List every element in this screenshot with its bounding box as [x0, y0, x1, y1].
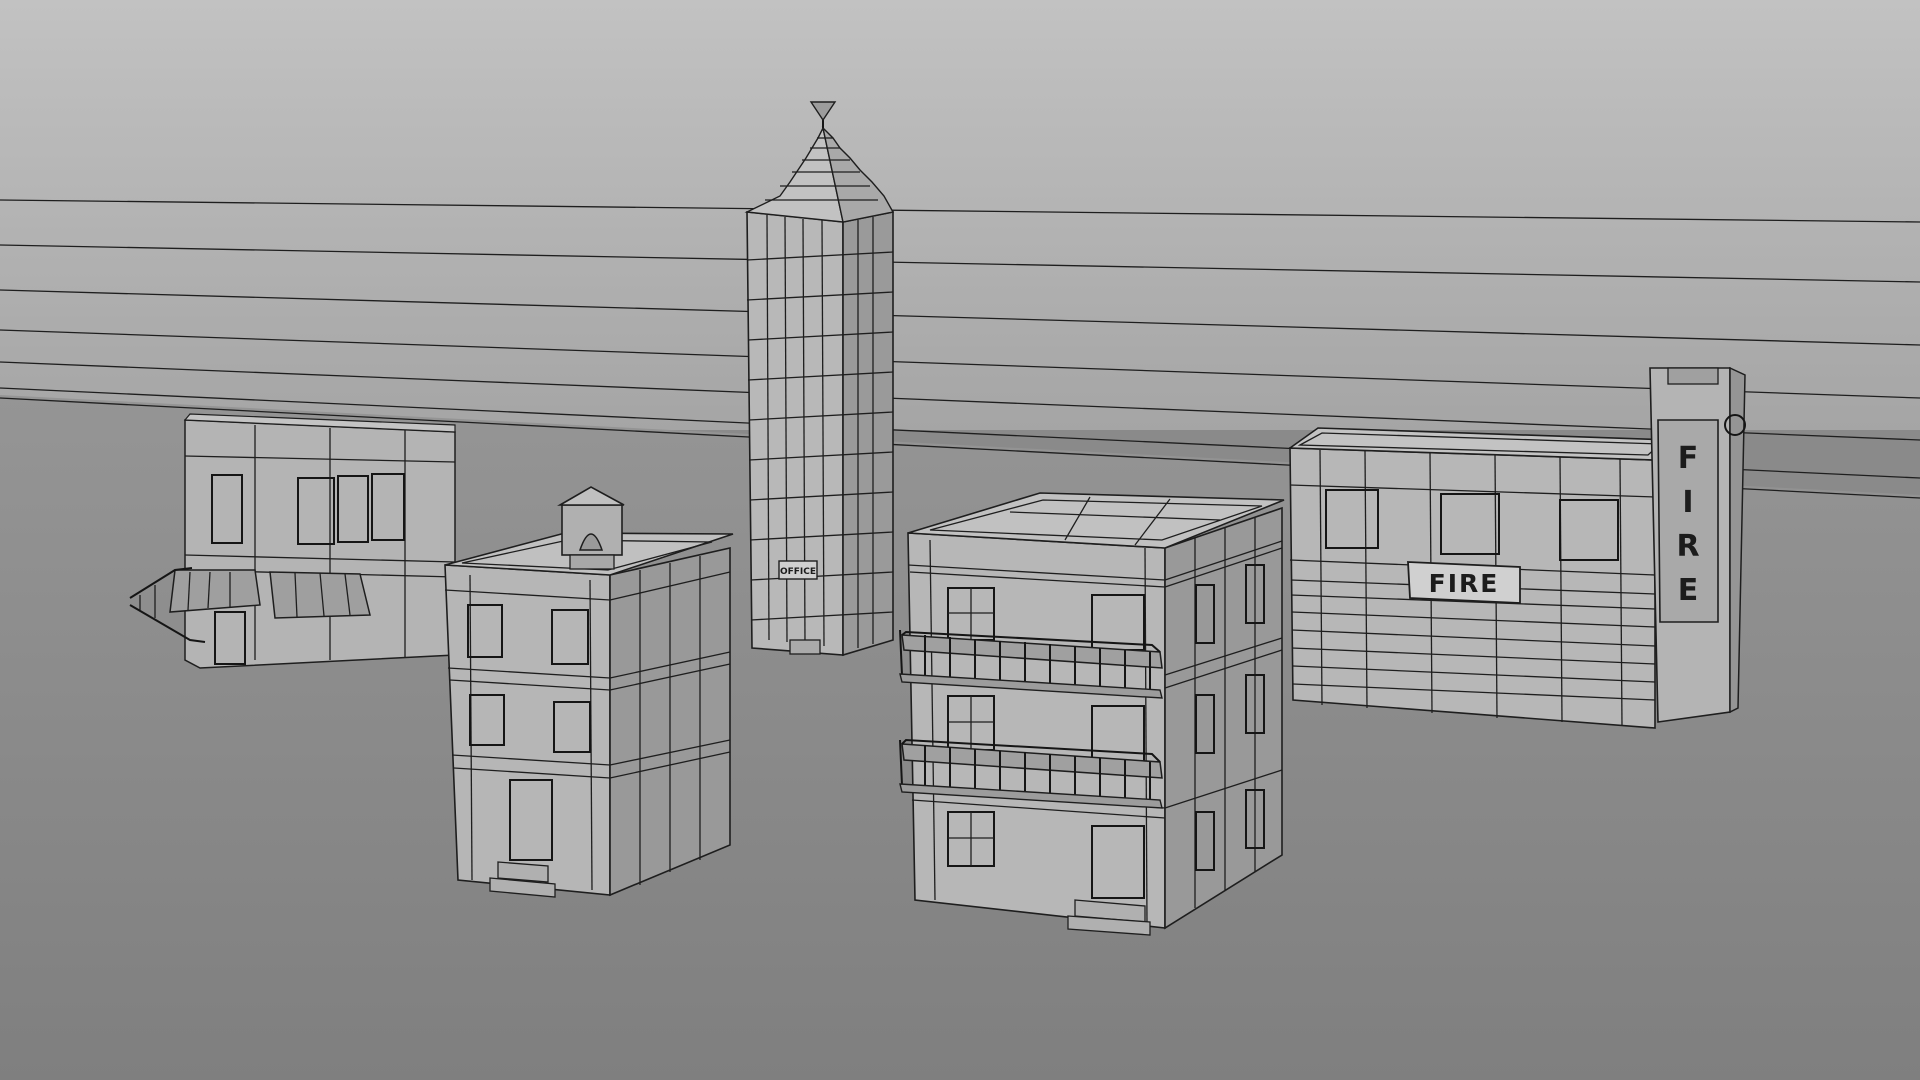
svg-text:E: E	[1678, 573, 1699, 608]
svg-text:FIRE: FIRE	[1429, 569, 1500, 598]
svg-text:R: R	[1676, 529, 1699, 564]
svg-text:F: F	[1678, 441, 1699, 476]
office-sign: OFFICE	[778, 560, 818, 580]
bell-cupola	[557, 486, 625, 570]
svg-text:I: I	[1682, 485, 1693, 520]
apartment-block-model[interactable]	[899, 492, 1285, 936]
scene-canvas[interactable]: OFFICE FIRE F I R E	[0, 0, 1920, 1080]
svg-text:OFFICE: OFFICE	[780, 567, 816, 577]
fire-sign-front: FIRE	[1407, 561, 1521, 604]
3d-viewport[interactable]: OFFICE FIRE F I R E	[0, 0, 1920, 1080]
